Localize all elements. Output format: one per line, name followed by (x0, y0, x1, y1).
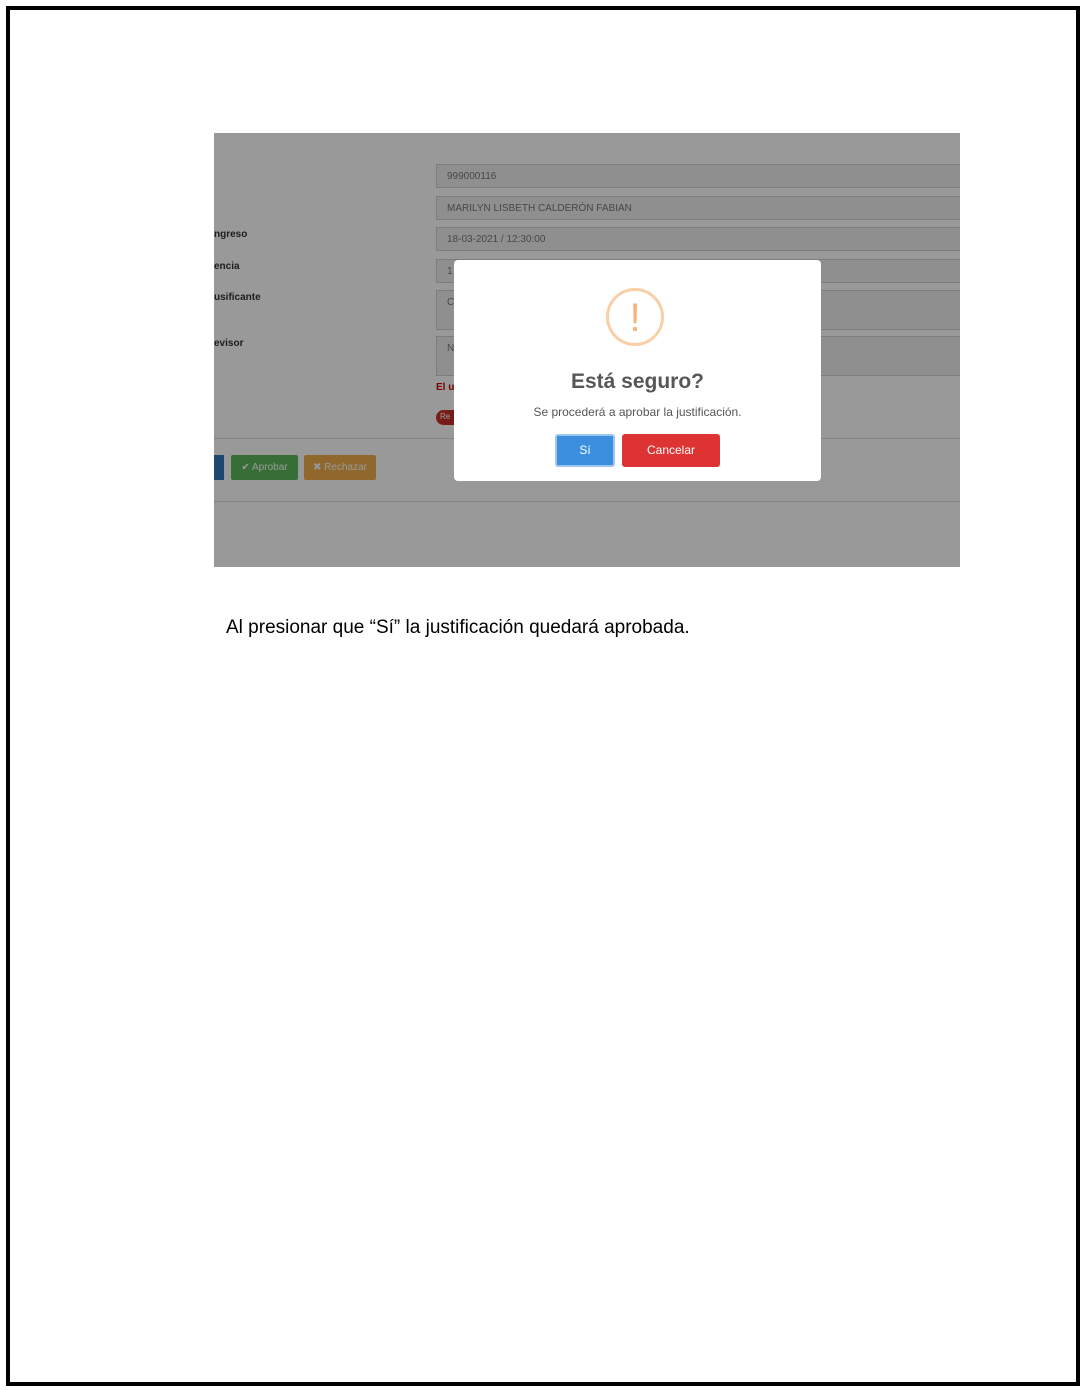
dialog-text: Se procederá a aprobar la justificación. (533, 405, 742, 419)
confirm-yes-button[interactable]: Sí (555, 434, 615, 467)
caption-text: Al presionar que “Sí” la justificación q… (226, 617, 690, 638)
screenshot: 999000116 MARILYN LISBETH CALDERÓN FABIA… (214, 133, 960, 567)
dialog-title: Está seguro? (570, 370, 705, 393)
warning-icon: ! (606, 288, 664, 346)
confirm-dialog: ! Está seguro? Se procederá a aprobar la… (454, 260, 821, 481)
cancel-button[interactable]: Cancelar (622, 434, 720, 467)
